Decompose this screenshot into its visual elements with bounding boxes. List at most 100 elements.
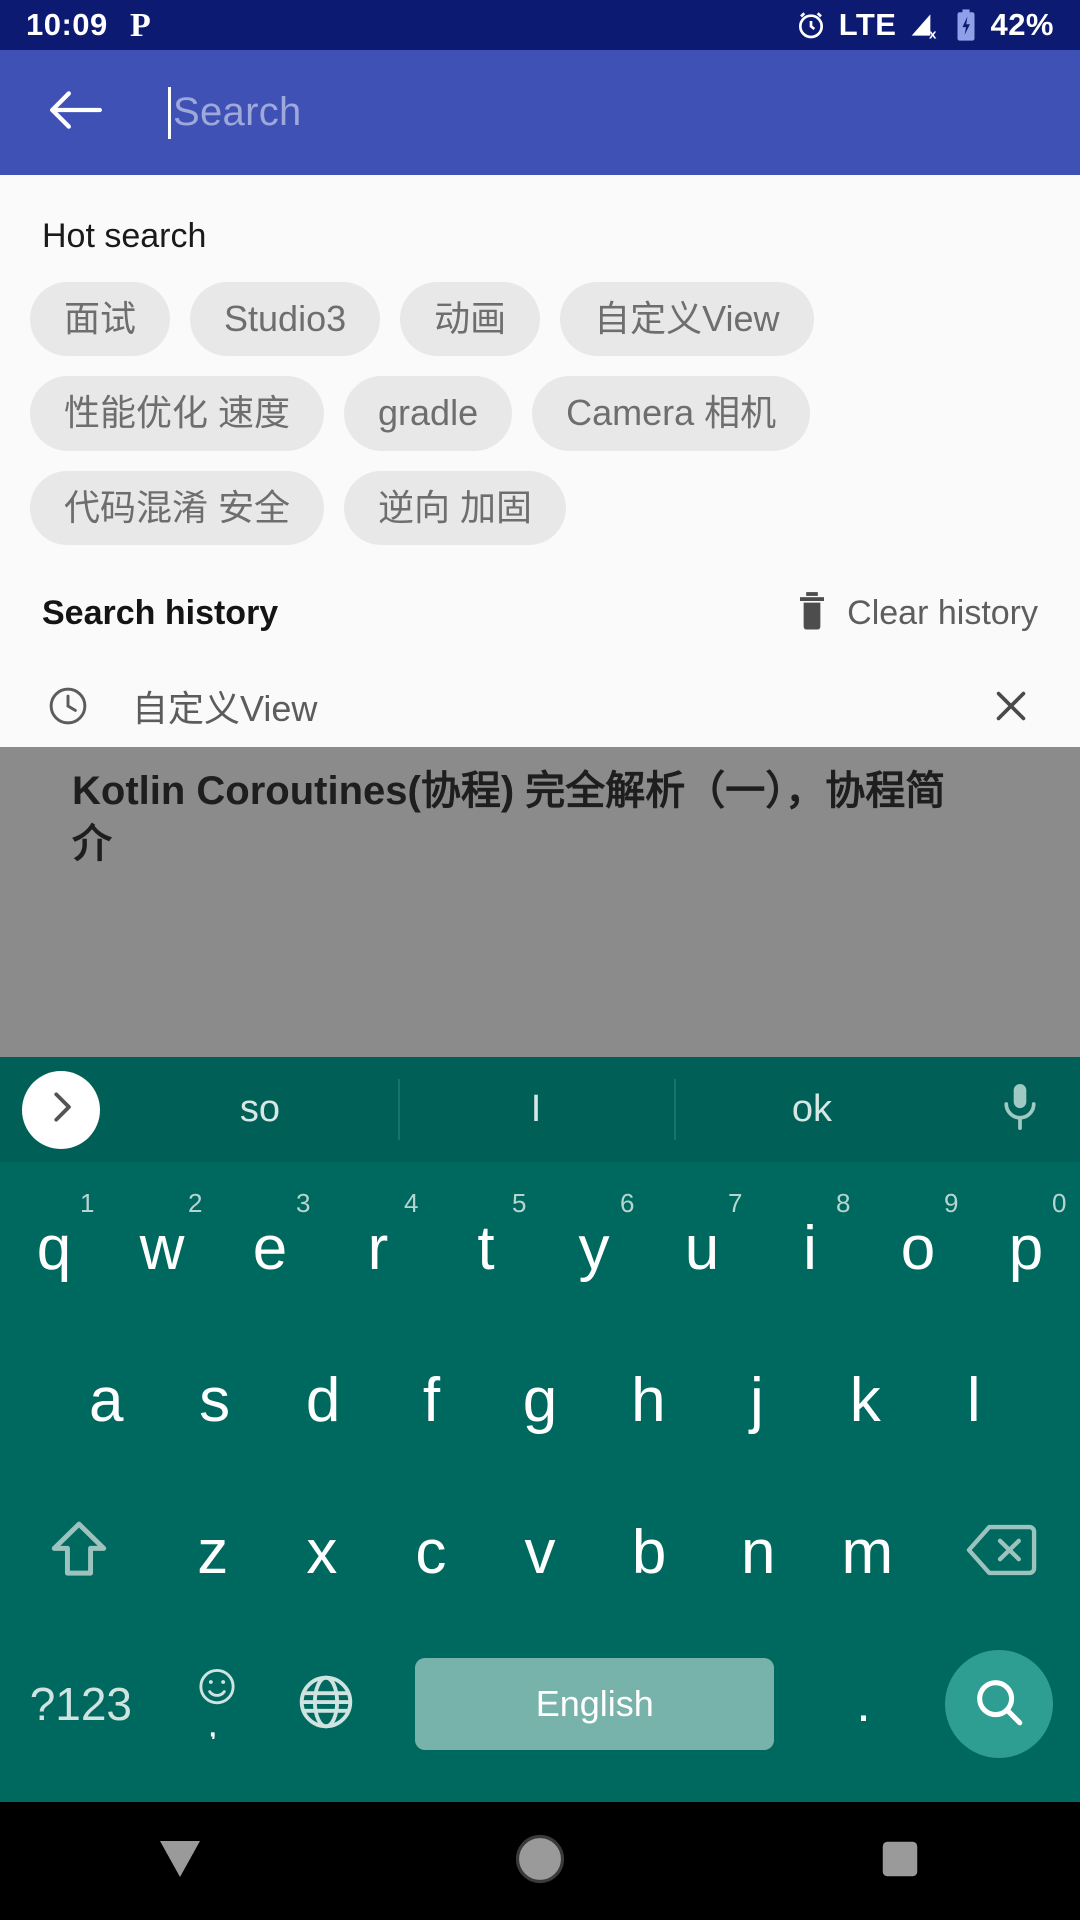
recents-square-icon (877, 1836, 923, 1887)
svg-text:x: x (929, 26, 937, 41)
status-bar: 10:09 P LTE x 42% (0, 0, 1080, 50)
hot-search-chip[interactable]: 面试 (30, 282, 171, 357)
key-label: t (477, 1213, 495, 1283)
suggestion-chip[interactable]: so (122, 1057, 398, 1162)
key-hint-5: 5 (512, 1188, 527, 1218)
suggestion-chip[interactable]: I (398, 1057, 674, 1162)
search-history-header: Search history Clear history (0, 545, 1080, 636)
key-v[interactable]: v (485, 1476, 594, 1628)
key-hint-2: 2 (188, 1188, 203, 1218)
search-history-title: Search history (42, 594, 279, 633)
key-b[interactable]: b (595, 1476, 704, 1628)
status-time: 10:09 (26, 7, 108, 42)
hot-search-chip[interactable]: 动画 (400, 282, 541, 357)
key-hint-6: 6 (620, 1188, 635, 1218)
key-hint-9: 9 (944, 1188, 959, 1218)
hot-search-chip[interactable]: Studio3 (190, 282, 381, 357)
app-bar: Search (0, 50, 1080, 175)
key-label: p (1008, 1213, 1044, 1283)
emoji-comma-key[interactable]: , (162, 1665, 272, 1745)
key-u[interactable]: 7u (648, 1172, 756, 1324)
search-suggestions-panel: Hot search 面试 Studio3 动画 自定义View 性能优化 速度… (0, 175, 1080, 747)
hot-search-chip[interactable]: 自定义View (560, 282, 814, 357)
symbols-key[interactable]: ?123 (0, 1677, 162, 1731)
key-p[interactable]: 0p (972, 1172, 1080, 1324)
key-m[interactable]: m (813, 1476, 922, 1628)
key-j[interactable]: j (703, 1324, 811, 1476)
home-circle-icon (513, 1832, 567, 1891)
key-y[interactable]: 6y (540, 1172, 648, 1324)
key-t[interactable]: 5t (432, 1172, 540, 1324)
shift-key[interactable] (0, 1517, 158, 1588)
key-z[interactable]: z (158, 1476, 267, 1628)
clear-history-label: Clear history (847, 594, 1038, 633)
network-type-label: LTE (838, 7, 897, 42)
search-key-surface (945, 1650, 1054, 1758)
globe-icon (295, 1671, 357, 1738)
key-label: q (36, 1213, 72, 1283)
voice-input-button[interactable] (960, 1081, 1080, 1138)
key-label: r (367, 1213, 389, 1283)
key-w[interactable]: 2w (108, 1172, 216, 1324)
nav-back-button[interactable] (0, 1837, 360, 1886)
search-history-item-label: 自定义View (132, 688, 318, 730)
space-key[interactable]: English (381, 1658, 809, 1750)
svg-text:,: , (207, 1702, 218, 1738)
key-e[interactable]: 3e (216, 1172, 324, 1324)
key-s[interactable]: s (160, 1324, 268, 1476)
key-k[interactable]: k (811, 1324, 919, 1476)
signal-no-service-icon: x (908, 9, 942, 41)
system-navigation-bar (0, 1802, 1080, 1920)
key-i[interactable]: 8i (756, 1172, 864, 1324)
nav-recents-button[interactable] (720, 1836, 1080, 1887)
remove-history-item-button[interactable] (988, 683, 1034, 729)
search-input[interactable]: Search (168, 86, 1040, 139)
key-f[interactable]: f (377, 1324, 485, 1476)
key-d[interactable]: d (269, 1324, 377, 1476)
battery-charging-icon (954, 8, 978, 42)
hot-search-chip[interactable]: 代码混淆 安全 (30, 470, 325, 546)
backspace-key[interactable] (922, 1522, 1080, 1583)
dimmed-background-page: Kotlin Coroutines(协程) 完全解析（一），协程简介 (0, 747, 1080, 1057)
emoji-comma-icon: , (192, 1665, 242, 1745)
search-action-key[interactable] (918, 1650, 1080, 1758)
article-title: Kotlin Coroutines(协程) 完全解析（一），协程简介 (72, 769, 946, 866)
language-switch-key[interactable] (271, 1671, 381, 1738)
hot-search-chip[interactable]: gradle (344, 376, 513, 451)
keyboard-rows: 1q 2w 3e 4r 5t 6y 7u 8i 9o 0p a s d f g … (0, 1162, 1080, 1780)
space-key-label: English (415, 1658, 775, 1750)
key-hint-0: 0 (1052, 1188, 1067, 1218)
key-label: u (684, 1213, 720, 1283)
key-x[interactable]: x (267, 1476, 376, 1628)
suggestion-chip[interactable]: ok (674, 1057, 950, 1162)
key-h[interactable]: h (594, 1324, 702, 1476)
search-history-item[interactable]: 自定义View (0, 636, 1080, 732)
key-hint-3: 3 (296, 1188, 311, 1218)
status-bar-right: LTE x 42% (795, 7, 1054, 43)
key-r[interactable]: 4r (324, 1172, 432, 1324)
keyboard-row-4: ?123 , English . (0, 1628, 1080, 1780)
nav-home-button[interactable] (360, 1832, 720, 1891)
key-a[interactable]: a (52, 1324, 160, 1476)
backspace-icon (965, 1522, 1037, 1583)
hot-search-chip[interactable]: 性能优化 速度 (30, 376, 325, 451)
period-key[interactable]: . (809, 1674, 919, 1734)
svg-text:P: P (130, 8, 151, 42)
key-label: i (803, 1213, 817, 1283)
search-placeholder: Search (173, 90, 302, 134)
key-q[interactable]: 1q (0, 1172, 108, 1324)
suggestion-list: so I ok (122, 1057, 950, 1162)
key-n[interactable]: n (704, 1476, 813, 1628)
clear-history-button[interactable]: Clear history (795, 591, 1038, 636)
key-o[interactable]: 9o (864, 1172, 972, 1324)
expand-suggestions-button[interactable] (22, 1070, 100, 1149)
back-button[interactable] (40, 78, 110, 148)
key-hint-4: 4 (404, 1188, 419, 1218)
keyboard: so I ok 1q 2w 3e 4r 5t 6 y 7 u 8 i 9 o 0… (0, 1057, 1080, 1802)
hot-search-chip[interactable]: 逆向 加固 (344, 470, 567, 546)
key-label: o (900, 1213, 936, 1283)
hot-search-chip[interactable]: Camera 相机 (532, 376, 811, 451)
key-g[interactable]: g (486, 1324, 594, 1476)
key-l[interactable]: l (920, 1324, 1028, 1476)
key-c[interactable]: c (376, 1476, 485, 1628)
